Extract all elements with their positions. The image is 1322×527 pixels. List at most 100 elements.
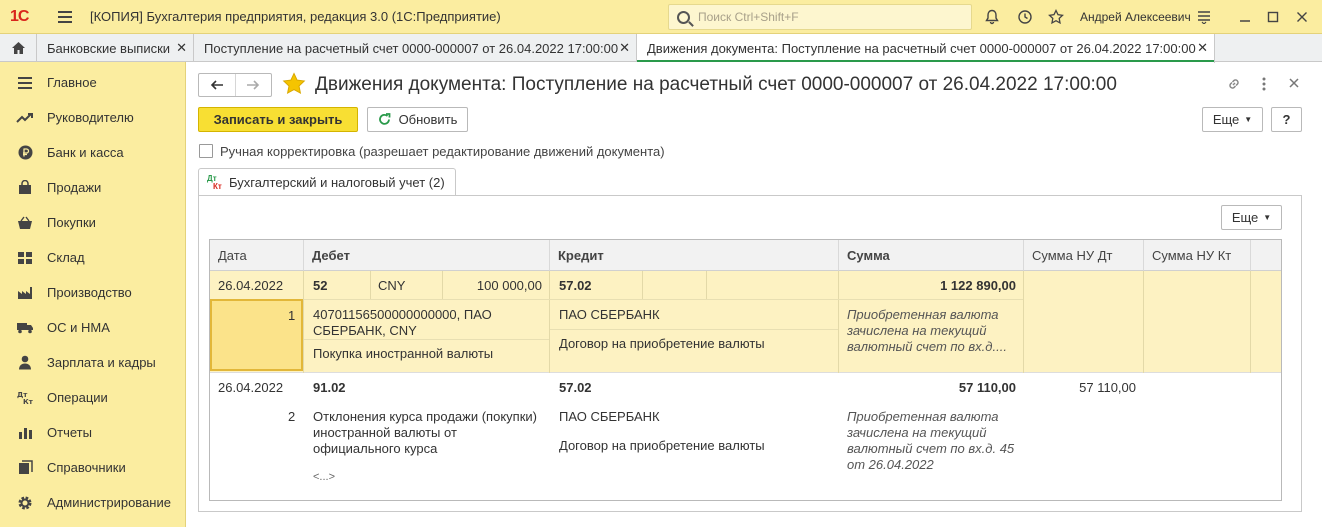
sidebar-item-purchases[interactable]: Покупки — [0, 205, 185, 240]
row-nu-dt: 57 110,00 — [1079, 380, 1136, 395]
more-label: Еще — [1212, 112, 1240, 127]
tab-document-movements[interactable]: Движения документа: Поступление на расче… — [637, 34, 1215, 63]
credit-subconto-1: ПАО СБЕРБАНК — [559, 307, 660, 322]
manual-edit-checkbox[interactable] — [199, 144, 213, 158]
gear-icon — [16, 494, 34, 512]
row-amount: 57 110,00 — [958, 380, 1016, 395]
column-header-date[interactable]: Дата — [210, 240, 304, 271]
close-icon[interactable]: ✕ — [176, 40, 187, 56]
home-tab[interactable] — [0, 34, 37, 62]
table-row[interactable]: 26.04.2022 1 52 CNY 100 000,00 407011565… — [210, 271, 1281, 373]
row-content: Приобретенная валюта зачислена на текущи… — [847, 409, 1015, 472]
sidebar-item-reports[interactable]: Отчеты — [0, 415, 185, 450]
back-arrow-icon[interactable] — [199, 74, 235, 96]
help-button[interactable]: ? — [1271, 107, 1302, 132]
manual-edit-label[interactable]: Ручная корректировка (разрешает редактир… — [220, 144, 665, 159]
close-icon[interactable]: ✕ — [1197, 40, 1208, 56]
tab-label: Бухгалтерский и налоговый учет (2) — [229, 175, 445, 190]
sidebar-item-label: Администрирование — [47, 495, 171, 510]
sidebar-item-label: Продажи — [47, 180, 102, 195]
close-form-icon[interactable] — [1288, 76, 1300, 93]
sidebar-item-catalogs[interactable]: Справочники — [0, 450, 185, 485]
basket-icon — [16, 214, 34, 232]
forward-arrow-icon[interactable] — [234, 74, 272, 96]
settings-menu-icon[interactable] — [1195, 8, 1213, 26]
column-header-amount[interactable]: Сумма — [839, 240, 1024, 271]
sidebar-item-administration[interactable]: Администрирование — [0, 485, 185, 520]
sidebar-item-label: ОС и НМА — [47, 320, 110, 335]
credit-account: 57.02 — [559, 278, 592, 293]
tab-label: Банковские выписки — [47, 40, 171, 56]
sidebar: Главное Руководителю Банк и касса Продаж… — [0, 62, 186, 527]
sidebar-item-sales[interactable]: Продажи — [0, 170, 185, 205]
column-header-nu-kt[interactable]: Сумма НУ Кт — [1144, 240, 1251, 271]
table-more-button[interactable]: Еще ▼ — [1221, 205, 1282, 230]
sidebar-item-fixed-assets[interactable]: ОС и НМА — [0, 310, 185, 345]
dt-kt-icon: Дт Кт — [207, 174, 225, 192]
refresh-button[interactable]: Обновить — [367, 107, 468, 132]
row-amount: 1 122 890,00 — [940, 278, 1016, 293]
column-header-credit[interactable]: Кредит — [550, 240, 839, 271]
debit-subconto-1: Отклонения курса продажи (покупки) иност… — [313, 409, 537, 456]
close-icon[interactable]: ✕ — [619, 40, 630, 56]
column-header-debit[interactable]: Дебет — [304, 240, 550, 271]
sidebar-item-salary[interactable]: Зарплата и кадры — [0, 345, 185, 380]
tab-receipt-document[interactable]: Поступление на расчетный счет 0000-00000… — [194, 34, 637, 62]
search-icon — [677, 10, 690, 24]
user-name[interactable]: Андрей Алексеевич — [1080, 10, 1191, 24]
favorite-star-icon[interactable] — [282, 72, 306, 96]
sidebar-item-production[interactable]: Производство — [0, 275, 185, 310]
table-row[interactable]: 26.04.2022 2 91.02 Отклонения курса прод… — [210, 374, 1281, 500]
debit-subconto-2: Покупка иностранной валюты — [313, 346, 494, 361]
factory-icon — [16, 284, 34, 302]
sidebar-item-label: Руководителю — [47, 110, 134, 125]
refresh-label: Обновить — [398, 112, 458, 127]
more-vertical-icon[interactable] — [1261, 76, 1267, 96]
debit-currency: CNY — [378, 278, 406, 293]
debit-subconto-2: <...> — [313, 471, 336, 483]
sidebar-item-bank[interactable]: Банк и касса — [0, 135, 185, 170]
kt-text: Кт — [213, 181, 222, 191]
tab-bank-statements[interactable]: Банковские выписки ✕ — [37, 34, 194, 62]
link-icon[interactable] — [1226, 76, 1242, 96]
credit-subconto-1: ПАО СБЕРБАНК — [559, 409, 660, 424]
save-and-close-button[interactable]: Записать и закрыть — [198, 107, 358, 132]
home-icon — [11, 42, 25, 54]
navigation-buttons — [198, 73, 272, 97]
title-bar: 1С [КОПИЯ] Бухгалтерия предприятия, реда… — [0, 0, 1322, 34]
column-header-filler — [1251, 240, 1281, 271]
bell-icon[interactable] — [983, 8, 1001, 26]
search-box[interactable]: Поиск Ctrl+Shift+F — [668, 4, 972, 30]
history-icon[interactable] — [1016, 8, 1034, 26]
sidebar-item-manager[interactable]: Руководителю — [0, 100, 185, 135]
sidebar-item-main[interactable]: Главное — [0, 65, 185, 100]
credit-subconto-2: Договор на приобретение валюты — [559, 438, 765, 453]
menu-lines-icon — [16, 74, 34, 92]
svg-text:Кт: Кт — [23, 398, 33, 405]
movements-table[interactable]: Дата Дебет Кредит Сумма Сумма НУ Дт Сумм… — [209, 239, 1282, 501]
close-window-icon[interactable] — [1293, 8, 1311, 26]
open-tabs-bar: Банковские выписки ✕ Поступление на расч… — [0, 34, 1322, 63]
sidebar-item-label: Главное — [47, 75, 97, 90]
star-outline-icon[interactable] — [1047, 8, 1065, 26]
minimize-icon[interactable] — [1236, 8, 1254, 26]
row-date: 26.04.2022 — [218, 278, 284, 293]
search-input[interactable]: Поиск Ctrl+Shift+F — [698, 10, 799, 24]
debit-subconto-1: 40701156500000000000, ПАО СБЕРБАНК, CNY — [313, 307, 492, 338]
main-menu-icon[interactable] — [58, 10, 72, 23]
credit-subconto-2: Договор на приобретение валюты — [559, 336, 765, 351]
debit-currency-amount: 100 000,00 — [476, 278, 542, 293]
sidebar-item-label: Покупки — [47, 215, 96, 230]
trend-icon — [16, 109, 34, 127]
more-button[interactable]: Еще ▼ — [1202, 107, 1263, 132]
sidebar-item-warehouse[interactable]: Склад — [0, 240, 185, 275]
sidebar-item-operations[interactable]: Дт Кт Операции — [0, 380, 185, 415]
ruble-coin-icon — [16, 144, 34, 162]
truck-icon — [16, 319, 34, 337]
more-label: Еще — [1231, 210, 1259, 225]
row-number: 1 — [288, 308, 296, 323]
maximize-icon[interactable] — [1264, 8, 1282, 26]
column-header-nu-dt[interactable]: Сумма НУ Дт — [1024, 240, 1144, 271]
tab-accounting[interactable]: Дт Кт Бухгалтерский и налоговый учет (2) — [198, 168, 456, 196]
credit-account: 57.02 — [559, 380, 592, 395]
